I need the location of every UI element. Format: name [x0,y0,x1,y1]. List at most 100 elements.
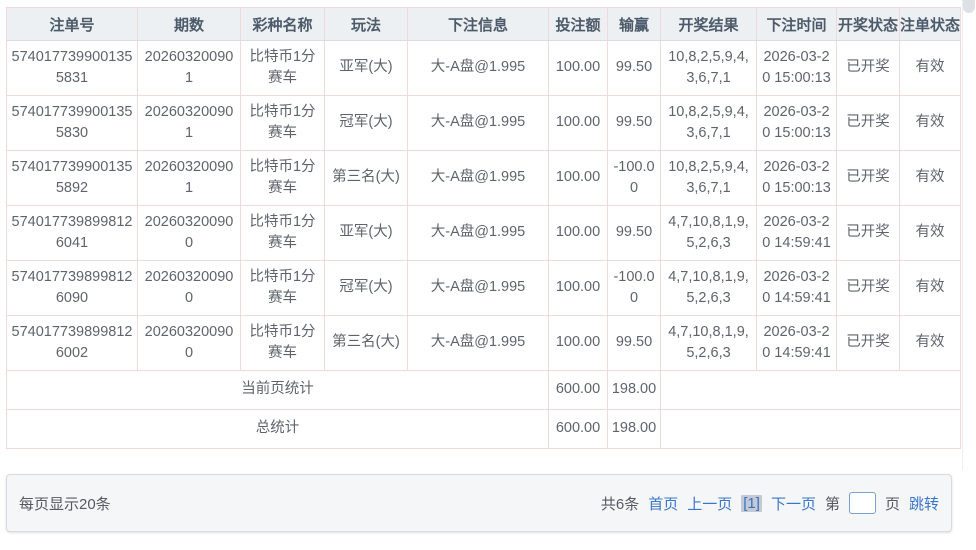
cell-play: 第三名(大) [325,151,408,206]
current-page-summary-row: 当前页统计600.00198.00 [7,371,961,410]
jump-prefix-label: 第 [825,493,840,514]
cell-play: 亚军(大) [325,206,408,261]
cell-draw_status: 已开奖 [837,151,900,206]
cell-bet_time: 2026-03-20 14:59:41 [757,261,837,316]
cell-bet_info: 大-A盘@1.995 [408,261,549,316]
cell-order_id: 5740177399001355892 [7,151,138,206]
prev-page-link[interactable]: 上一页 [687,493,732,514]
summary-amount: 600.00 [549,371,608,410]
column-header-order_status: 注单状态 [900,8,961,41]
cell-win_loss: -100.00 [608,261,661,316]
cell-result: 4,7,10,8,1,9,5,2,6,3 [661,261,757,316]
cell-play: 冠军(大) [325,96,408,151]
vertical-scrollbar[interactable] [962,0,976,470]
bet-records-table: 注单号期数彩种名称玩法下注信息投注额输赢开奖结果下注时间开奖状态注单状态 574… [6,7,961,449]
cell-play: 冠军(大) [325,261,408,316]
table-row: 5740177398998126002202603200900比特币1分赛车第三… [7,316,961,371]
column-header-bet_time: 下注时间 [757,8,837,41]
column-header-amount: 投注额 [549,8,608,41]
summary-win-loss: 198.00 [608,410,661,449]
column-header-bet_info: 下注信息 [408,8,549,41]
cell-period: 202603200900 [138,316,241,371]
cell-bet_time: 2026-03-20 14:59:41 [757,206,837,261]
cell-lottery: 比特币1分赛车 [241,261,325,316]
cell-draw_status: 已开奖 [837,206,900,261]
column-header-draw_status: 开奖状态 [837,8,900,41]
pager: 共6条 首页 上一页 [1] 下一页 第 页 跳转 [601,492,939,514]
total-summary-row: 总统计600.00198.00 [7,410,961,449]
summary-win-loss: 198.00 [608,371,661,410]
summary-amount: 600.00 [549,410,608,449]
betting-records-page: 注单号期数彩种名称玩法下注信息投注额输赢开奖结果下注时间开奖状态注单状态 574… [0,0,976,550]
cell-draw_status: 已开奖 [837,96,900,151]
cell-bet_info: 大-A盘@1.995 [408,316,549,371]
page-number-input[interactable] [849,492,876,514]
cell-result: 4,7,10,8,1,9,5,2,6,3 [661,206,757,261]
table-row: 5740177398998126041202603200900比特币1分赛车亚军… [7,206,961,261]
cell-play: 亚军(大) [325,41,408,96]
total-count-label: 共6条 [601,493,639,514]
current-page-indicator[interactable]: [1] [741,495,762,512]
cell-amount: 100.00 [549,96,608,151]
cell-play: 第三名(大) [325,316,408,371]
cell-result: 10,8,2,5,9,4,3,6,7,1 [661,151,757,206]
column-header-win_loss: 输赢 [608,8,661,41]
column-header-play: 玩法 [325,8,408,41]
first-page-link[interactable]: 首页 [648,493,678,514]
cell-order_status: 有效 [900,261,961,316]
table-row: 5740177398998126090202603200900比特币1分赛车冠军… [7,261,961,316]
cell-period: 202603200900 [138,206,241,261]
cell-lottery: 比特币1分赛车 [241,96,325,151]
cell-win_loss: 99.50 [608,206,661,261]
cell-amount: 100.00 [549,41,608,96]
cell-bet_info: 大-A盘@1.995 [408,41,549,96]
summary-label: 当前页统计 [7,371,549,410]
cell-amount: 100.00 [549,151,608,206]
next-page-link[interactable]: 下一页 [771,493,816,514]
cell-bet_time: 2026-03-20 15:00:13 [757,41,837,96]
cell-period: 202603200900 [138,261,241,316]
cell-win_loss: -100.00 [608,151,661,206]
cell-bet_info: 大-A盘@1.995 [408,151,549,206]
cell-bet_time: 2026-03-20 15:00:13 [757,96,837,151]
summary-empty [661,371,961,410]
column-header-lottery: 彩种名称 [241,8,325,41]
table-row: 5740177399001355831202603200901比特币1分赛车亚军… [7,41,961,96]
cell-amount: 100.00 [549,206,608,261]
cell-bet_time: 2026-03-20 14:59:41 [757,316,837,371]
summary-label: 总统计 [7,410,549,449]
cell-order_id: 5740177399001355831 [7,41,138,96]
cell-amount: 100.00 [549,316,608,371]
cell-draw_status: 已开奖 [837,261,900,316]
cell-period: 202603200901 [138,151,241,206]
cell-order_status: 有效 [900,316,961,371]
cell-result: 10,8,2,5,9,4,3,6,7,1 [661,41,757,96]
scrollbar-thumb[interactable] [963,0,975,13]
cell-amount: 100.00 [549,261,608,316]
cell-lottery: 比特币1分赛车 [241,206,325,261]
table-row: 5740177399001355892202603200901比特币1分赛车第三… [7,151,961,206]
cell-bet_info: 大-A盘@1.995 [408,206,549,261]
cell-order_id: 5740177399001355830 [7,96,138,151]
jump-suffix-label: 页 [885,493,900,514]
cell-win_loss: 99.50 [608,41,661,96]
column-header-result: 开奖结果 [661,8,757,41]
cell-result: 4,7,10,8,1,9,5,2,6,3 [661,316,757,371]
cell-result: 10,8,2,5,9,4,3,6,7,1 [661,96,757,151]
cell-lottery: 比特币1分赛车 [241,316,325,371]
cell-lottery: 比特币1分赛车 [241,151,325,206]
header-row: 注单号期数彩种名称玩法下注信息投注额输赢开奖结果下注时间开奖状态注单状态 [7,8,961,41]
jump-button[interactable]: 跳转 [909,493,939,514]
cell-bet_info: 大-A盘@1.995 [408,96,549,151]
cell-order_status: 有效 [900,206,961,261]
table-row: 5740177399001355830202603200901比特币1分赛车冠军… [7,96,961,151]
cell-order_status: 有效 [900,41,961,96]
page-size-label: 每页显示20条 [19,493,111,514]
cell-order_id: 5740177398998126041 [7,206,138,261]
column-header-order_id: 注单号 [7,8,138,41]
cell-order_status: 有效 [900,151,961,206]
table-header: 注单号期数彩种名称玩法下注信息投注额输赢开奖结果下注时间开奖状态注单状态 [7,8,961,41]
cell-order_id: 5740177398998126090 [7,261,138,316]
cell-draw_status: 已开奖 [837,316,900,371]
cell-order_id: 5740177398998126002 [7,316,138,371]
